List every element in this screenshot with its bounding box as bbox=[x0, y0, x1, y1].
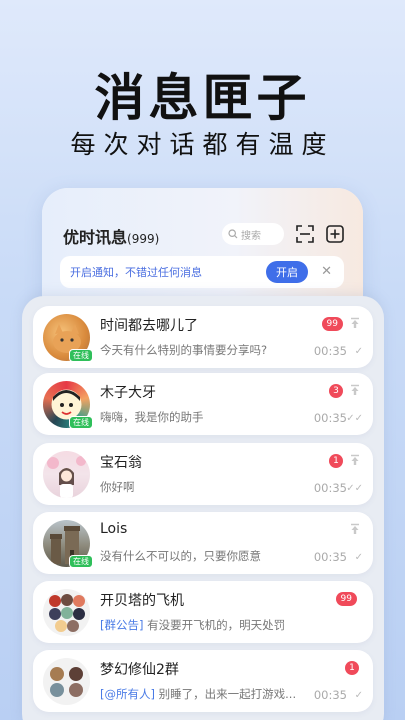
conversation-item[interactable]: 开贝塔的飞机 [群公告] 有没要开飞机的，明天处罚 99 bbox=[33, 581, 373, 643]
online-badge: 在线 bbox=[69, 416, 93, 429]
message-preview: 今天有什么特别的事情要分享吗? bbox=[100, 343, 268, 357]
conversation-name: 时间都去哪儿了 bbox=[100, 318, 198, 334]
conversation-item[interactable]: 在线 Lois 没有什么不可以的，只要你愿意 00:35 ✓ bbox=[33, 512, 373, 574]
online-badge: 在线 bbox=[69, 555, 93, 568]
message-preview-text: 别睡了，出来一起打游戏... bbox=[158, 687, 297, 701]
conversation-item[interactable]: 在线 时间都去哪儿了 今天有什么特别的事情要分享吗? 99 00:35 ✓ bbox=[33, 306, 373, 368]
read-check-icon: ✓✓ bbox=[346, 413, 363, 424]
conversation-item[interactable]: 在线 木子大牙 嗨嗨，我是你的助手 3 00:35 ✓✓ bbox=[33, 373, 373, 435]
message-time: 00:35 bbox=[313, 688, 347, 702]
pin-icon bbox=[351, 317, 359, 328]
hero-title: 消息匣子 bbox=[94, 69, 311, 127]
pin-icon bbox=[351, 384, 359, 395]
read-check-icon: ✓✓ bbox=[346, 483, 363, 494]
conversation-name: 木子大牙 bbox=[100, 385, 156, 401]
message-preview: 嗨嗨，我是你的助手 bbox=[100, 410, 204, 424]
close-icon[interactable]: ✕ bbox=[321, 264, 332, 279]
hero-subtitle: 每次对话都有温度 bbox=[70, 130, 335, 159]
message-time: 00:35 bbox=[313, 550, 347, 564]
unread-badge: 99 bbox=[335, 592, 357, 606]
announcement-tag: [群公告] bbox=[100, 618, 144, 632]
message-time: 00:35 bbox=[313, 411, 347, 425]
search-input[interactable]: 搜索 bbox=[222, 223, 284, 245]
pin-icon bbox=[351, 454, 359, 465]
group-avatar bbox=[43, 589, 90, 636]
unread-count: (999) bbox=[127, 232, 160, 246]
message-preview: 没有什么不可以的，只要你愿意 bbox=[100, 549, 261, 563]
message-preview: [@所有人] 别睡了，出来一起打游戏... bbox=[100, 686, 296, 702]
message-time: 00:35 bbox=[313, 344, 347, 358]
conversation-name: 开贝塔的飞机 bbox=[100, 593, 184, 609]
unread-badge: 99 bbox=[321, 317, 343, 331]
mention-tag: [@所有人] bbox=[100, 687, 155, 701]
add-icon[interactable] bbox=[326, 225, 344, 243]
unread-badge: 1 bbox=[345, 661, 359, 675]
unread-badge: 1 bbox=[329, 454, 343, 468]
enable-notification-button[interactable]: 开启 bbox=[266, 261, 308, 283]
conversation-item[interactable]: 梦幻修仙2群 [@所有人] 别睡了，出来一起打游戏... 1 00:35 ✓ bbox=[33, 650, 373, 712]
unread-badge: 3 bbox=[329, 384, 343, 398]
conversation-name: Lois bbox=[100, 521, 128, 537]
message-time: 00:35 bbox=[313, 481, 347, 495]
group-avatar bbox=[43, 658, 90, 705]
message-preview: [群公告] 有没要开飞机的，明天处罚 bbox=[100, 617, 285, 633]
avatar bbox=[43, 451, 90, 498]
search-placeholder: 搜索 bbox=[241, 230, 261, 242]
conversation-item[interactable]: 宝石翁 你好啊 1 00:35 ✓✓ bbox=[33, 443, 373, 505]
pin-icon bbox=[351, 523, 359, 534]
message-preview-text: 有没要开飞机的，明天处罚 bbox=[147, 618, 286, 632]
app-title: 优时讯息(999) bbox=[63, 224, 159, 248]
scan-icon[interactable] bbox=[296, 225, 314, 243]
notification-banner: 开启通知，不错过任何消息 开启 ✕ bbox=[60, 256, 344, 288]
notice-text: 开启通知，不错过任何消息 bbox=[70, 266, 202, 279]
read-check-icon: ✓ bbox=[354, 552, 363, 563]
search-icon bbox=[228, 229, 238, 239]
read-check-icon: ✓ bbox=[354, 690, 363, 701]
read-check-icon: ✓ bbox=[354, 346, 363, 357]
app-title-text: 优时讯息 bbox=[63, 228, 128, 247]
online-badge: 在线 bbox=[69, 349, 93, 362]
conversation-name: 宝石翁 bbox=[100, 455, 142, 471]
conversation-name: 梦幻修仙2群 bbox=[100, 662, 179, 678]
message-preview: 你好啊 bbox=[100, 480, 135, 494]
